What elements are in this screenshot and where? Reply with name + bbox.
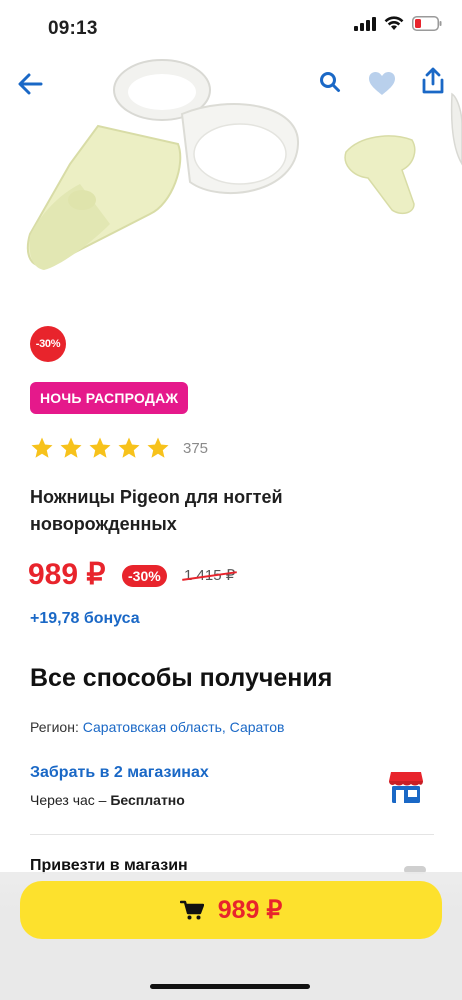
share-button[interactable] bbox=[420, 66, 446, 96]
favorite-button[interactable] bbox=[367, 69, 397, 97]
search-button[interactable] bbox=[318, 70, 342, 94]
region-link[interactable]: Саратовская область, Саратов bbox=[83, 719, 285, 735]
share-icon bbox=[422, 67, 444, 94]
star-icon bbox=[60, 437, 82, 458]
star-icon bbox=[118, 437, 140, 458]
region-label: Регион: bbox=[30, 719, 79, 735]
promo-tag[interactable]: НОЧЬ РАСПРОДАЖ bbox=[30, 382, 189, 414]
bonus-points[interactable]: +19,78 бонуса bbox=[30, 610, 140, 628]
pickup-separator: – bbox=[94, 792, 111, 808]
star-icon bbox=[89, 437, 111, 458]
home-indicator bbox=[150, 984, 310, 989]
price-discount-badge: -30% bbox=[122, 565, 167, 587]
arrow-left-icon bbox=[18, 73, 43, 95]
current-price: 989 ₽ bbox=[28, 558, 106, 591]
signal-icon bbox=[354, 16, 376, 31]
pickup-stores-link[interactable]: Забрать в 2 магазинах bbox=[30, 764, 209, 782]
pickup-details: Через час – Бесплатно bbox=[30, 792, 185, 808]
store-icon[interactable] bbox=[388, 770, 424, 804]
wifi-icon bbox=[384, 16, 404, 30]
divider bbox=[30, 834, 434, 835]
heart-icon bbox=[369, 71, 395, 95]
star-icon bbox=[147, 437, 169, 458]
rating[interactable]: 375 bbox=[30, 436, 208, 460]
back-button[interactable] bbox=[16, 70, 44, 98]
add-to-cart-button[interactable]: 989 ₽ bbox=[20, 881, 442, 939]
battery-icon bbox=[412, 16, 442, 31]
pickup-cost: Бесплатно bbox=[110, 792, 185, 808]
review-count: 375 bbox=[183, 439, 209, 457]
old-price: 1 415 ₽ bbox=[184, 567, 236, 584]
buy-button-price: 989 ₽ bbox=[217, 896, 283, 924]
status-time: 09:13 bbox=[48, 18, 98, 39]
discount-badge: -30% bbox=[30, 326, 66, 362]
status-icons bbox=[354, 16, 442, 31]
delivery-section-title: Все способы получения bbox=[30, 664, 333, 692]
star-icon bbox=[31, 437, 53, 458]
cart-icon bbox=[179, 900, 204, 920]
region-row: Регион: Саратовская область, Саратов bbox=[30, 719, 284, 735]
search-icon bbox=[320, 72, 340, 92]
product-title: Ножницы Pigeon для ногтей новорожденных bbox=[30, 487, 283, 534]
pickup-time: Через час bbox=[30, 792, 95, 808]
